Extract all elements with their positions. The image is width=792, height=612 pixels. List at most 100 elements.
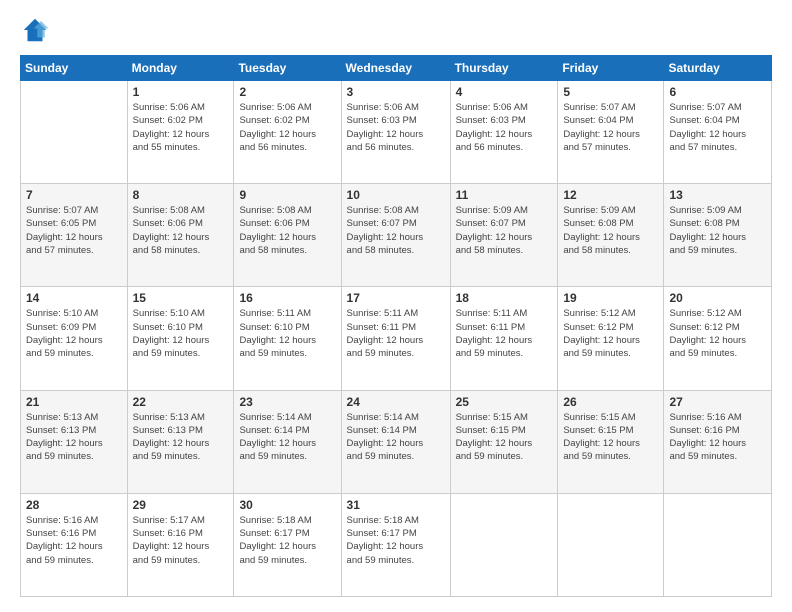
day-number: 10 xyxy=(347,188,445,202)
day-number: 22 xyxy=(133,395,229,409)
day-number: 28 xyxy=(26,498,122,512)
calendar-cell: 14Sunrise: 5:10 AM Sunset: 6:09 PM Dayli… xyxy=(21,287,128,390)
weekday-header-sunday: Sunday xyxy=(21,56,128,81)
calendar-cell: 30 Sunrise: 5:18 AM Sunset: 6:17 PM Dayli… xyxy=(234,493,341,596)
calendar-cell xyxy=(450,493,558,596)
weekday-header-tuesday: Tuesday xyxy=(234,56,341,81)
day-info: Sunrise: 5:14 AM Sunset: 6:14 PM Dayligh… xyxy=(239,411,335,464)
logo xyxy=(20,15,54,45)
day-info: Sunrise: 5:06 AM Sunset: 6:03 PM Dayligh… xyxy=(347,101,445,154)
day-number: 19 xyxy=(563,291,658,305)
day-number: 17 xyxy=(347,291,445,305)
calendar-cell: 18 Sunrise: 5:11 AM Sunset: 6:11 PM Dayli… xyxy=(450,287,558,390)
day-info: Sunrise: 5:16 AM Sunset: 6:16 PM Dayligh… xyxy=(26,514,122,567)
weekday-header-monday: Monday xyxy=(127,56,234,81)
calendar-table: SundayMondayTuesdayWednesdayThursdayFrid… xyxy=(20,55,772,597)
calendar-week-row: 14Sunrise: 5:10 AM Sunset: 6:09 PM Dayli… xyxy=(21,287,772,390)
weekday-header-thursday: Thursday xyxy=(450,56,558,81)
calendar-header: SundayMondayTuesdayWednesdayThursdayFrid… xyxy=(21,56,772,81)
day-number: 2 xyxy=(239,85,335,99)
day-info: Sunrise: 5:11 AM Sunset: 6:11 PM Dayligh… xyxy=(347,307,445,360)
calendar-week-row: 1Sunrise: 5:06 AM Sunset: 6:02 PM Daylig… xyxy=(21,81,772,184)
calendar-cell: 20 Sunrise: 5:12 AM Sunset: 6:12 PM Dayli… xyxy=(664,287,772,390)
calendar-cell: 3 Sunrise: 5:06 AM Sunset: 6:03 PM Daylig… xyxy=(341,81,450,184)
day-number: 3 xyxy=(347,85,445,99)
weekday-header-saturday: Saturday xyxy=(664,56,772,81)
day-info: Sunrise: 5:10 AM Sunset: 6:09 PM Dayligh… xyxy=(26,307,122,360)
day-number: 30 xyxy=(239,498,335,512)
day-number: 5 xyxy=(563,85,658,99)
day-number: 13 xyxy=(669,188,766,202)
day-info: Sunrise: 5:17 AM Sunset: 6:16 PM Dayligh… xyxy=(133,514,229,567)
logo-icon xyxy=(20,15,50,45)
day-number: 18 xyxy=(456,291,553,305)
day-info: Sunrise: 5:12 AM Sunset: 6:12 PM Dayligh… xyxy=(563,307,658,360)
calendar-cell: 2 Sunrise: 5:06 AM Sunset: 6:02 PM Daylig… xyxy=(234,81,341,184)
day-info: Sunrise: 5:06 AM Sunset: 6:02 PM Dayligh… xyxy=(239,101,335,154)
day-number: 27 xyxy=(669,395,766,409)
calendar-cell: 23 Sunrise: 5:14 AM Sunset: 6:14 PM Dayli… xyxy=(234,390,341,493)
weekday-header-friday: Friday xyxy=(558,56,664,81)
weekday-header-wednesday: Wednesday xyxy=(341,56,450,81)
day-number: 9 xyxy=(239,188,335,202)
calendar-cell: 15 Sunrise: 5:10 AM Sunset: 6:10 PM Dayli… xyxy=(127,287,234,390)
calendar-cell: 31 Sunrise: 5:18 AM Sunset: 6:17 PM Dayli… xyxy=(341,493,450,596)
calendar-cell: 24 Sunrise: 5:14 AM Sunset: 6:14 PM Dayli… xyxy=(341,390,450,493)
calendar-cell xyxy=(21,81,128,184)
day-info: Sunrise: 5:06 AM Sunset: 6:02 PM Dayligh… xyxy=(133,101,229,154)
day-info: Sunrise: 5:15 AM Sunset: 6:15 PM Dayligh… xyxy=(563,411,658,464)
day-info: Sunrise: 5:15 AM Sunset: 6:15 PM Dayligh… xyxy=(456,411,553,464)
weekday-header-row: SundayMondayTuesdayWednesdayThursdayFrid… xyxy=(21,56,772,81)
calendar-cell xyxy=(664,493,772,596)
day-info: Sunrise: 5:08 AM Sunset: 6:06 PM Dayligh… xyxy=(239,204,335,257)
calendar-cell: 27 Sunrise: 5:16 AM Sunset: 6:16 PM Dayli… xyxy=(664,390,772,493)
calendar-cell: 19 Sunrise: 5:12 AM Sunset: 6:12 PM Dayli… xyxy=(558,287,664,390)
calendar-cell: 1Sunrise: 5:06 AM Sunset: 6:02 PM Daylig… xyxy=(127,81,234,184)
day-info: Sunrise: 5:16 AM Sunset: 6:16 PM Dayligh… xyxy=(669,411,766,464)
day-number: 15 xyxy=(133,291,229,305)
calendar-cell: 26Sunrise: 5:15 AM Sunset: 6:15 PM Dayli… xyxy=(558,390,664,493)
day-info: Sunrise: 5:12 AM Sunset: 6:12 PM Dayligh… xyxy=(669,307,766,360)
day-info: Sunrise: 5:08 AM Sunset: 6:07 PM Dayligh… xyxy=(347,204,445,257)
day-info: Sunrise: 5:09 AM Sunset: 6:08 PM Dayligh… xyxy=(669,204,766,257)
calendar-cell: 6Sunrise: 5:07 AM Sunset: 6:04 PM Daylig… xyxy=(664,81,772,184)
day-info: Sunrise: 5:09 AM Sunset: 6:08 PM Dayligh… xyxy=(563,204,658,257)
calendar-body: 1Sunrise: 5:06 AM Sunset: 6:02 PM Daylig… xyxy=(21,81,772,597)
day-number: 25 xyxy=(456,395,553,409)
calendar-week-row: 7Sunrise: 5:07 AM Sunset: 6:05 PM Daylig… xyxy=(21,184,772,287)
day-number: 12 xyxy=(563,188,658,202)
calendar-cell: 17 Sunrise: 5:11 AM Sunset: 6:11 PM Dayli… xyxy=(341,287,450,390)
day-info: Sunrise: 5:13 AM Sunset: 6:13 PM Dayligh… xyxy=(133,411,229,464)
calendar-cell: 22 Sunrise: 5:13 AM Sunset: 6:13 PM Dayli… xyxy=(127,390,234,493)
calendar-cell: 21 Sunrise: 5:13 AM Sunset: 6:13 PM Dayli… xyxy=(21,390,128,493)
calendar-cell: 29 Sunrise: 5:17 AM Sunset: 6:16 PM Dayli… xyxy=(127,493,234,596)
day-number: 20 xyxy=(669,291,766,305)
day-number: 29 xyxy=(133,498,229,512)
day-number: 24 xyxy=(347,395,445,409)
day-info: Sunrise: 5:10 AM Sunset: 6:10 PM Dayligh… xyxy=(133,307,229,360)
day-info: Sunrise: 5:07 AM Sunset: 6:05 PM Dayligh… xyxy=(26,204,122,257)
day-info: Sunrise: 5:13 AM Sunset: 6:13 PM Dayligh… xyxy=(26,411,122,464)
day-number: 8 xyxy=(133,188,229,202)
page: SundayMondayTuesdayWednesdayThursdayFrid… xyxy=(0,0,792,612)
day-info: Sunrise: 5:14 AM Sunset: 6:14 PM Dayligh… xyxy=(347,411,445,464)
day-number: 11 xyxy=(456,188,553,202)
day-number: 23 xyxy=(239,395,335,409)
day-info: Sunrise: 5:18 AM Sunset: 6:17 PM Dayligh… xyxy=(347,514,445,567)
calendar-cell: 12 Sunrise: 5:09 AM Sunset: 6:08 PM Dayli… xyxy=(558,184,664,287)
day-info: Sunrise: 5:11 AM Sunset: 6:11 PM Dayligh… xyxy=(456,307,553,360)
day-number: 31 xyxy=(347,498,445,512)
calendar-cell: 16Sunrise: 5:11 AM Sunset: 6:10 PM Dayli… xyxy=(234,287,341,390)
day-number: 21 xyxy=(26,395,122,409)
day-number: 6 xyxy=(669,85,766,99)
calendar-week-row: 28 Sunrise: 5:16 AM Sunset: 6:16 PM Dayli… xyxy=(21,493,772,596)
header xyxy=(20,15,772,45)
day-number: 16 xyxy=(239,291,335,305)
calendar-cell: 7Sunrise: 5:07 AM Sunset: 6:05 PM Daylig… xyxy=(21,184,128,287)
calendar-cell: 5Sunrise: 5:07 AM Sunset: 6:04 PM Daylig… xyxy=(558,81,664,184)
calendar-week-row: 21 Sunrise: 5:13 AM Sunset: 6:13 PM Dayli… xyxy=(21,390,772,493)
calendar-cell: 8Sunrise: 5:08 AM Sunset: 6:06 PM Daylig… xyxy=(127,184,234,287)
calendar-cell: 25 Sunrise: 5:15 AM Sunset: 6:15 PM Dayli… xyxy=(450,390,558,493)
day-info: Sunrise: 5:18 AM Sunset: 6:17 PM Dayligh… xyxy=(239,514,335,567)
calendar-cell: 13 Sunrise: 5:09 AM Sunset: 6:08 PM Dayli… xyxy=(664,184,772,287)
